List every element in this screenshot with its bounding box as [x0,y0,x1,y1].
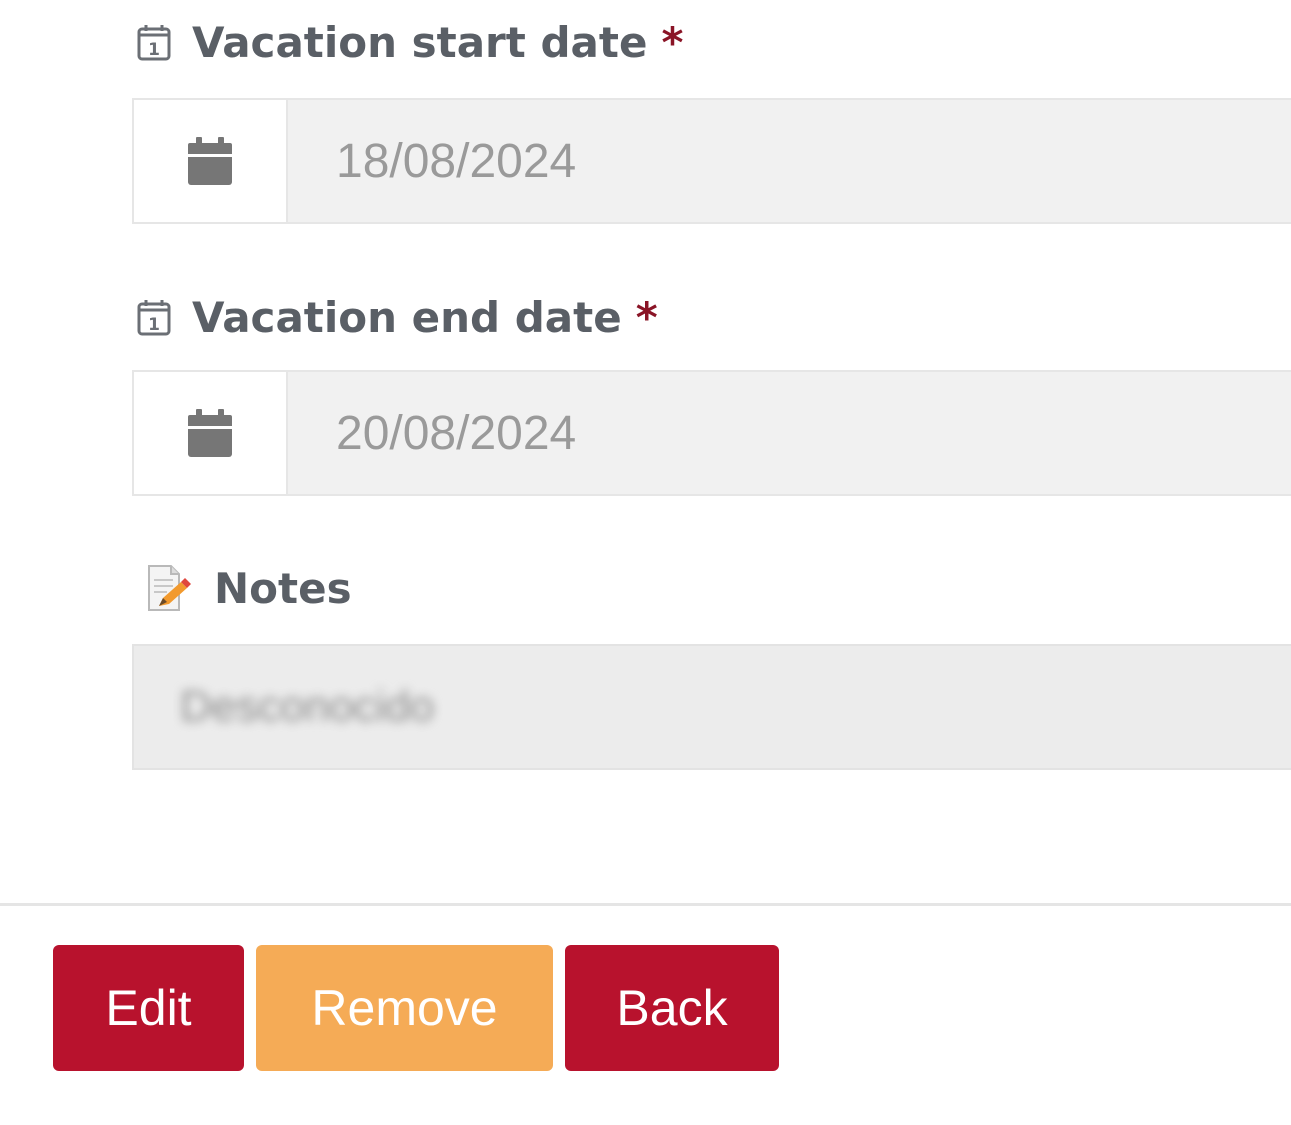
start-date-label: 1 Vacation start date * [136,18,683,67]
end-date-label-text: Vacation end date [192,293,622,342]
notes-field[interactable]: Desconocido [132,644,1291,770]
edit-button[interactable]: Edit [53,945,244,1071]
calendar-day-icon: 1 [136,24,172,61]
calendar-icon [188,409,232,457]
form-divider [0,903,1291,906]
end-date-label: 1 Vacation end date * [136,293,658,342]
notes-value: Desconocido [180,682,435,731]
start-date-input[interactable]: 18/08/2024 [288,100,1291,222]
calendar-day-icon: 1 [136,299,172,336]
start-date-label-text: Vacation start date [192,18,648,67]
start-date-picker-button[interactable] [134,100,288,222]
memo-icon [144,563,192,613]
back-button[interactable]: Back [565,945,779,1071]
svg-text:1: 1 [148,315,160,335]
end-date-picker-button[interactable] [134,372,288,494]
notes-label-text: Notes [214,563,352,613]
vacation-detail-form: 1 Vacation start date * 18/08/2024 1 Vac… [0,0,1291,1125]
required-marker: * [661,18,684,67]
remove-button[interactable]: Remove [256,945,553,1071]
svg-text:1: 1 [148,40,160,60]
notes-label: Notes [144,563,352,613]
calendar-icon [188,137,232,185]
required-marker: * [635,293,658,342]
end-date-input[interactable]: 20/08/2024 [288,372,1291,494]
start-date-field[interactable]: 18/08/2024 [132,98,1291,224]
end-date-field[interactable]: 20/08/2024 [132,370,1291,496]
